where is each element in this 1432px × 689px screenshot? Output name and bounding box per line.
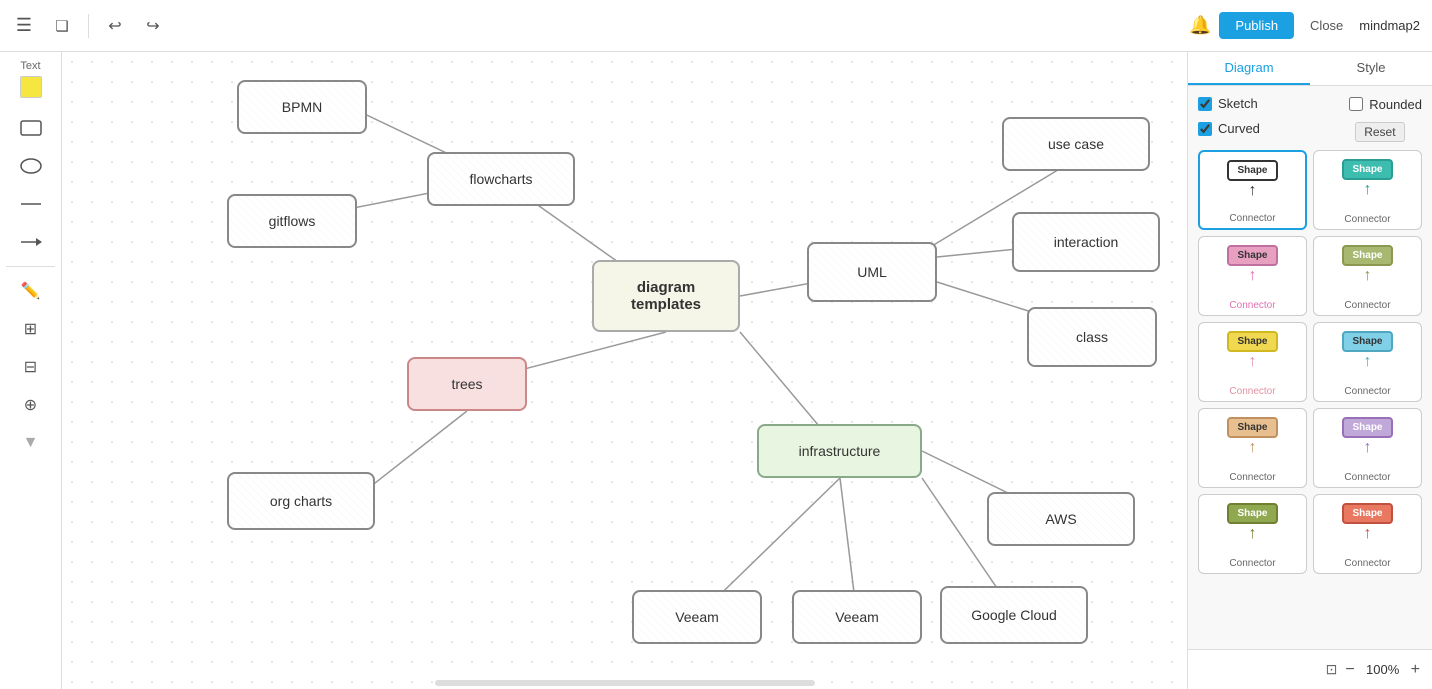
rounded-checkbox[interactable] bbox=[1349, 97, 1363, 111]
style-card-7[interactable]: Shape ↑ Connector bbox=[1198, 408, 1307, 488]
node-bpmn[interactable]: BPMN bbox=[237, 80, 367, 134]
tab-style[interactable]: Style bbox=[1310, 52, 1432, 85]
redo-btn[interactable]: ↪ bbox=[137, 10, 169, 42]
node-trees[interactable]: trees bbox=[407, 357, 527, 411]
node-googlecloud[interactable]: Google Cloud bbox=[940, 586, 1088, 644]
sc3-connector-label: Connector bbox=[1229, 300, 1275, 311]
close-btn[interactable]: Close bbox=[1302, 12, 1351, 39]
sc8-connector-label: Connector bbox=[1344, 472, 1390, 483]
style-card-1[interactable]: Shape ↑ Connector bbox=[1198, 150, 1307, 230]
horizontal-scrollbar[interactable] bbox=[62, 677, 1187, 689]
sc1-connector-label: Connector bbox=[1229, 213, 1275, 224]
curved-checkbox[interactable] bbox=[1198, 122, 1212, 136]
style-card-5[interactable]: Shape ↑ Connector bbox=[1198, 322, 1307, 402]
style-card-3[interactable]: Shape ↑ Connector bbox=[1198, 236, 1307, 316]
sc7-connector-label: Connector bbox=[1229, 472, 1275, 483]
rectangle-tool[interactable] bbox=[13, 110, 49, 146]
node-class[interactable]: class bbox=[1027, 307, 1157, 367]
style-card-8[interactable]: Shape ↑ Connector bbox=[1313, 408, 1422, 488]
app-title: mindmap2 bbox=[1359, 18, 1420, 33]
node-usecase[interactable]: use case bbox=[1002, 117, 1150, 171]
panel-body: Sketch Curved Rounded Reset Shape bbox=[1188, 86, 1432, 649]
sketch-checkbox-row: Sketch bbox=[1198, 96, 1260, 111]
style-card-9[interactable]: Shape ↑ Connector bbox=[1198, 494, 1307, 574]
topbar-left: ☰ ❏ ↩ ↪ bbox=[8, 10, 169, 42]
rounded-checkbox-row: Rounded bbox=[1349, 97, 1422, 112]
node-veeam2[interactable]: Veeam bbox=[792, 590, 922, 644]
main-canvas: BPMN flowcharts gitflows diagramtemplate… bbox=[62, 52, 1187, 689]
rounded-label: Rounded bbox=[1369, 97, 1422, 112]
reset-btn[interactable]: Reset bbox=[1355, 122, 1404, 142]
bell-icon[interactable]: 🔔 bbox=[1189, 15, 1211, 36]
node-veeam1[interactable]: Veeam bbox=[632, 590, 762, 644]
sc5-connector-label: Connector bbox=[1229, 386, 1275, 397]
text-color-swatch[interactable] bbox=[20, 76, 42, 98]
style-card-10[interactable]: Shape ↑ Connector bbox=[1313, 494, 1422, 574]
freehand-tool[interactable]: ✏️ bbox=[13, 273, 49, 309]
zoom-out-btn[interactable]: − bbox=[1341, 661, 1358, 679]
style-card-4[interactable]: Shape ↑ Connector bbox=[1313, 236, 1422, 316]
sc6-connector-label: Connector bbox=[1344, 386, 1390, 397]
curved-label: Curved bbox=[1218, 121, 1260, 136]
ellipse-tool[interactable] bbox=[13, 148, 49, 184]
line-tool[interactable] bbox=[13, 186, 49, 222]
arrow-tool[interactable] bbox=[13, 224, 49, 260]
more-tool[interactable]: ▼ bbox=[13, 425, 49, 461]
add-tool[interactable]: ⊕ bbox=[13, 387, 49, 423]
left-toolbar: Text ✏️ ⊞ ⊟ ⊕ ▼ bbox=[0, 52, 62, 689]
style-card-6[interactable]: Shape ↑ Connector bbox=[1313, 322, 1422, 402]
table-tool[interactable]: ⊟ bbox=[13, 349, 49, 385]
right-panel: Format ▲ Diagram Style Sketch Curved bbox=[1187, 0, 1432, 689]
node-interaction[interactable]: interaction bbox=[1012, 212, 1160, 272]
page-btn[interactable]: ❏ bbox=[46, 10, 78, 42]
panel-tabs: Diagram Style bbox=[1188, 52, 1432, 86]
tab-diagram[interactable]: Diagram bbox=[1188, 52, 1310, 85]
sc4-connector-label: Connector bbox=[1344, 300, 1390, 311]
node-flowcharts[interactable]: flowcharts bbox=[427, 152, 575, 206]
node-center[interactable]: diagramtemplates bbox=[592, 260, 740, 332]
style-grid: Shape ↑ Connector Shape ↑ Connector Shap… bbox=[1198, 150, 1422, 574]
node-gitflows[interactable]: gitflows bbox=[227, 194, 357, 248]
publish-btn[interactable]: Publish bbox=[1219, 12, 1294, 39]
sc9-connector-label: Connector bbox=[1229, 558, 1275, 569]
curved-checkbox-row: Curved bbox=[1198, 121, 1260, 136]
sketch-label: Sketch bbox=[1218, 96, 1258, 111]
sc2-connector-label: Connector bbox=[1344, 214, 1390, 225]
node-infrastructure[interactable]: infrastructure bbox=[757, 424, 922, 478]
node-aws[interactable]: AWS bbox=[987, 492, 1135, 546]
minimap-btn[interactable]: ⊡ bbox=[1326, 661, 1338, 678]
node-uml[interactable]: UML bbox=[807, 242, 937, 302]
node-orgcharts[interactable]: org charts bbox=[227, 472, 375, 530]
topbar-right: 🔔 Publish Close mindmap2 bbox=[1189, 12, 1420, 39]
zoom-in-btn[interactable]: + bbox=[1407, 661, 1424, 679]
zoom-level: 100% bbox=[1363, 662, 1403, 677]
zoom-controls: ⊡ − 100% + bbox=[1188, 649, 1432, 689]
undo-btn[interactable]: ↩ bbox=[99, 10, 131, 42]
style-card-2[interactable]: Shape ↑ Connector bbox=[1313, 150, 1422, 230]
sc10-connector-label: Connector bbox=[1344, 558, 1390, 569]
shapes-tool[interactable]: ⊞ bbox=[13, 311, 49, 347]
sketch-checkbox[interactable] bbox=[1198, 97, 1212, 111]
text-label: Text bbox=[20, 60, 40, 72]
menu-btn[interactable]: ☰ bbox=[8, 10, 40, 42]
